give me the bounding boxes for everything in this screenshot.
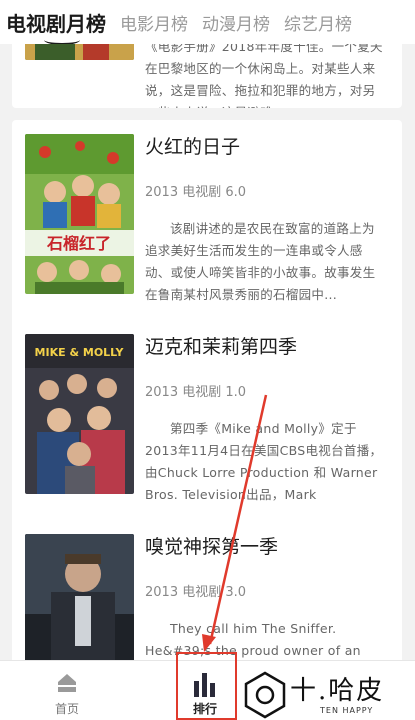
poster-image: 石榴红了 [25,134,134,294]
list-item[interactable]: 《电影手册》2018年年度十佳。一个夏天在巴黎地区的一个休闲岛上。对某些人来说，… [12,44,402,108]
active-tab-indicator [44,35,80,44]
home-icon [58,674,76,692]
tab-label: 动漫月榜 [202,14,270,35]
item-description: 该剧讲述的是农民在致富的道路上为追求美好生活而发生的一连串或令人感动、或使人啼笑… [145,221,376,302]
watermark-text: 十.哈皮 [290,676,385,706]
poster-image: THE SNIFFER [25,534,134,660]
item-description: 《电影手册》2018年年度十佳。一个夏天在巴黎地区的一个休闲岛上。对某些人来说，… [145,44,383,108]
watermark-logo-icon [244,671,286,719]
poster-image [25,44,134,60]
list-item[interactable]: 石榴红了 火红的日子 2013 电视剧 6.0 该剧讲述的是农民在致富的道路上为… [12,120,402,354]
tab-tv-monthly[interactable]: 电视剧月榜 [0,8,106,44]
item-meta: 2013 电视剧 3.0 [145,585,247,600]
item-title: 火红的日子 [145,136,241,158]
nav-home[interactable]: 首页 [22,661,112,720]
item-description: 第四季《Mike and Molly》定于2013年11月4日在美国CBS电视台… [145,421,383,502]
item-title: 嗅觉神探第一季 [145,536,279,558]
watermark: 十.哈皮 TEN HAPPY [236,668,415,720]
item-meta: 2013 电视剧 6.0 [145,185,247,200]
nav-label: 首页 [54,702,79,716]
tab-label: 综艺月榜 [284,14,352,35]
tab-anime-monthly[interactable]: 动漫月榜 [188,10,270,35]
tab-label: 电影月榜 [120,14,188,35]
item-info: 《电影手册》2018年年度十佳。一个夏天在巴黎地区的一个休闲岛上。对某些人来说，… [145,44,383,108]
tab-variety-monthly[interactable]: 综艺月榜 [270,10,352,35]
poster-title-text: MIKE & MOLLY [35,346,125,359]
poster-image: MIKE & MOLLY [25,334,134,494]
list-item[interactable]: MIKE & MOLLY 迈克和茉莉第四季 2013 电视剧 1.0 第四季《M… [12,320,402,554]
item-info: 嗅觉神探第一季 2013 电视剧 3.0 They call him The S… [145,534,383,660]
poster-title-text: 石榴红了 [46,234,111,253]
ranking-list[interactable]: 《电影手册》2018年年度十佳。一个夏天在巴黎地区的一个休闲岛上。对某些人来说，… [0,44,415,660]
list-item[interactable]: THE SNIFFER 嗅觉神探第一季 2013 电视剧 3.0 They ca… [12,520,402,660]
item-title: 迈克和茉莉第四季 [145,336,298,358]
tab-label: 电视剧月榜 [6,11,106,36]
item-info: 迈克和茉莉第四季 2013 电视剧 1.0 第四季《Mike and Molly… [145,334,383,506]
watermark-subtext: TEN HAPPY [320,706,374,715]
item-info: 火红的日子 2013 电视剧 6.0 该剧讲述的是农民在致富的道路上为追求美好生… [145,134,383,306]
annotation-highlight-box [176,652,237,720]
category-tab-bar: 电视剧月榜 电影月榜 动漫月榜 综艺月榜 [0,0,415,44]
item-meta: 2013 电视剧 1.0 [145,385,247,400]
tab-movie-monthly[interactable]: 电影月榜 [106,10,188,35]
